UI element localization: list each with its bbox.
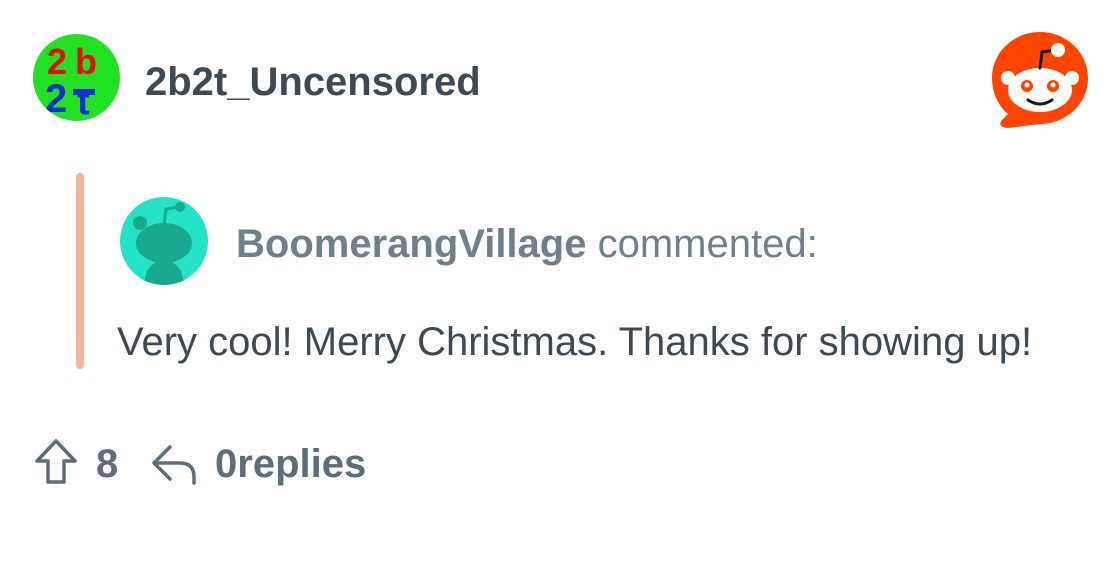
score-count: 8	[96, 442, 119, 486]
reply-arrow-icon[interactable]	[150, 441, 198, 487]
replies-link[interactable]: 0replies	[215, 440, 366, 488]
replies-label: replies	[237, 442, 367, 486]
svg-text:t: t	[77, 81, 90, 121]
reddit-logo-icon	[990, 30, 1090, 130]
2b2t-logo-icon: 2 b 2 t	[33, 34, 120, 121]
svg-text:b: b	[75, 41, 97, 82]
quote-header: BoomerangVillage commented:	[236, 220, 818, 268]
comment-card: 2 b 2 t 2b2t_Uncensored BoomerangVillage…	[0, 0, 1120, 584]
snoo-avatar-icon	[120, 197, 208, 285]
quoted-comment-body: Very cool! Merry Christmas. Thanks for s…	[117, 320, 1033, 364]
quoted-author-username[interactable]: BoomerangVillage	[236, 222, 586, 266]
replies-count: 0	[215, 442, 238, 486]
svg-text:2: 2	[47, 41, 67, 82]
author-avatar[interactable]: 2 b 2 t	[33, 34, 120, 121]
quoted-author-avatar[interactable]	[120, 197, 208, 285]
upvote-arrow-icon[interactable]	[33, 438, 79, 486]
author-username[interactable]: 2b2t_Uncensored	[145, 58, 481, 106]
svg-text:2: 2	[45, 77, 67, 121]
quote-accent-bar	[76, 173, 84, 369]
quote-action-text: commented:	[597, 222, 818, 266]
